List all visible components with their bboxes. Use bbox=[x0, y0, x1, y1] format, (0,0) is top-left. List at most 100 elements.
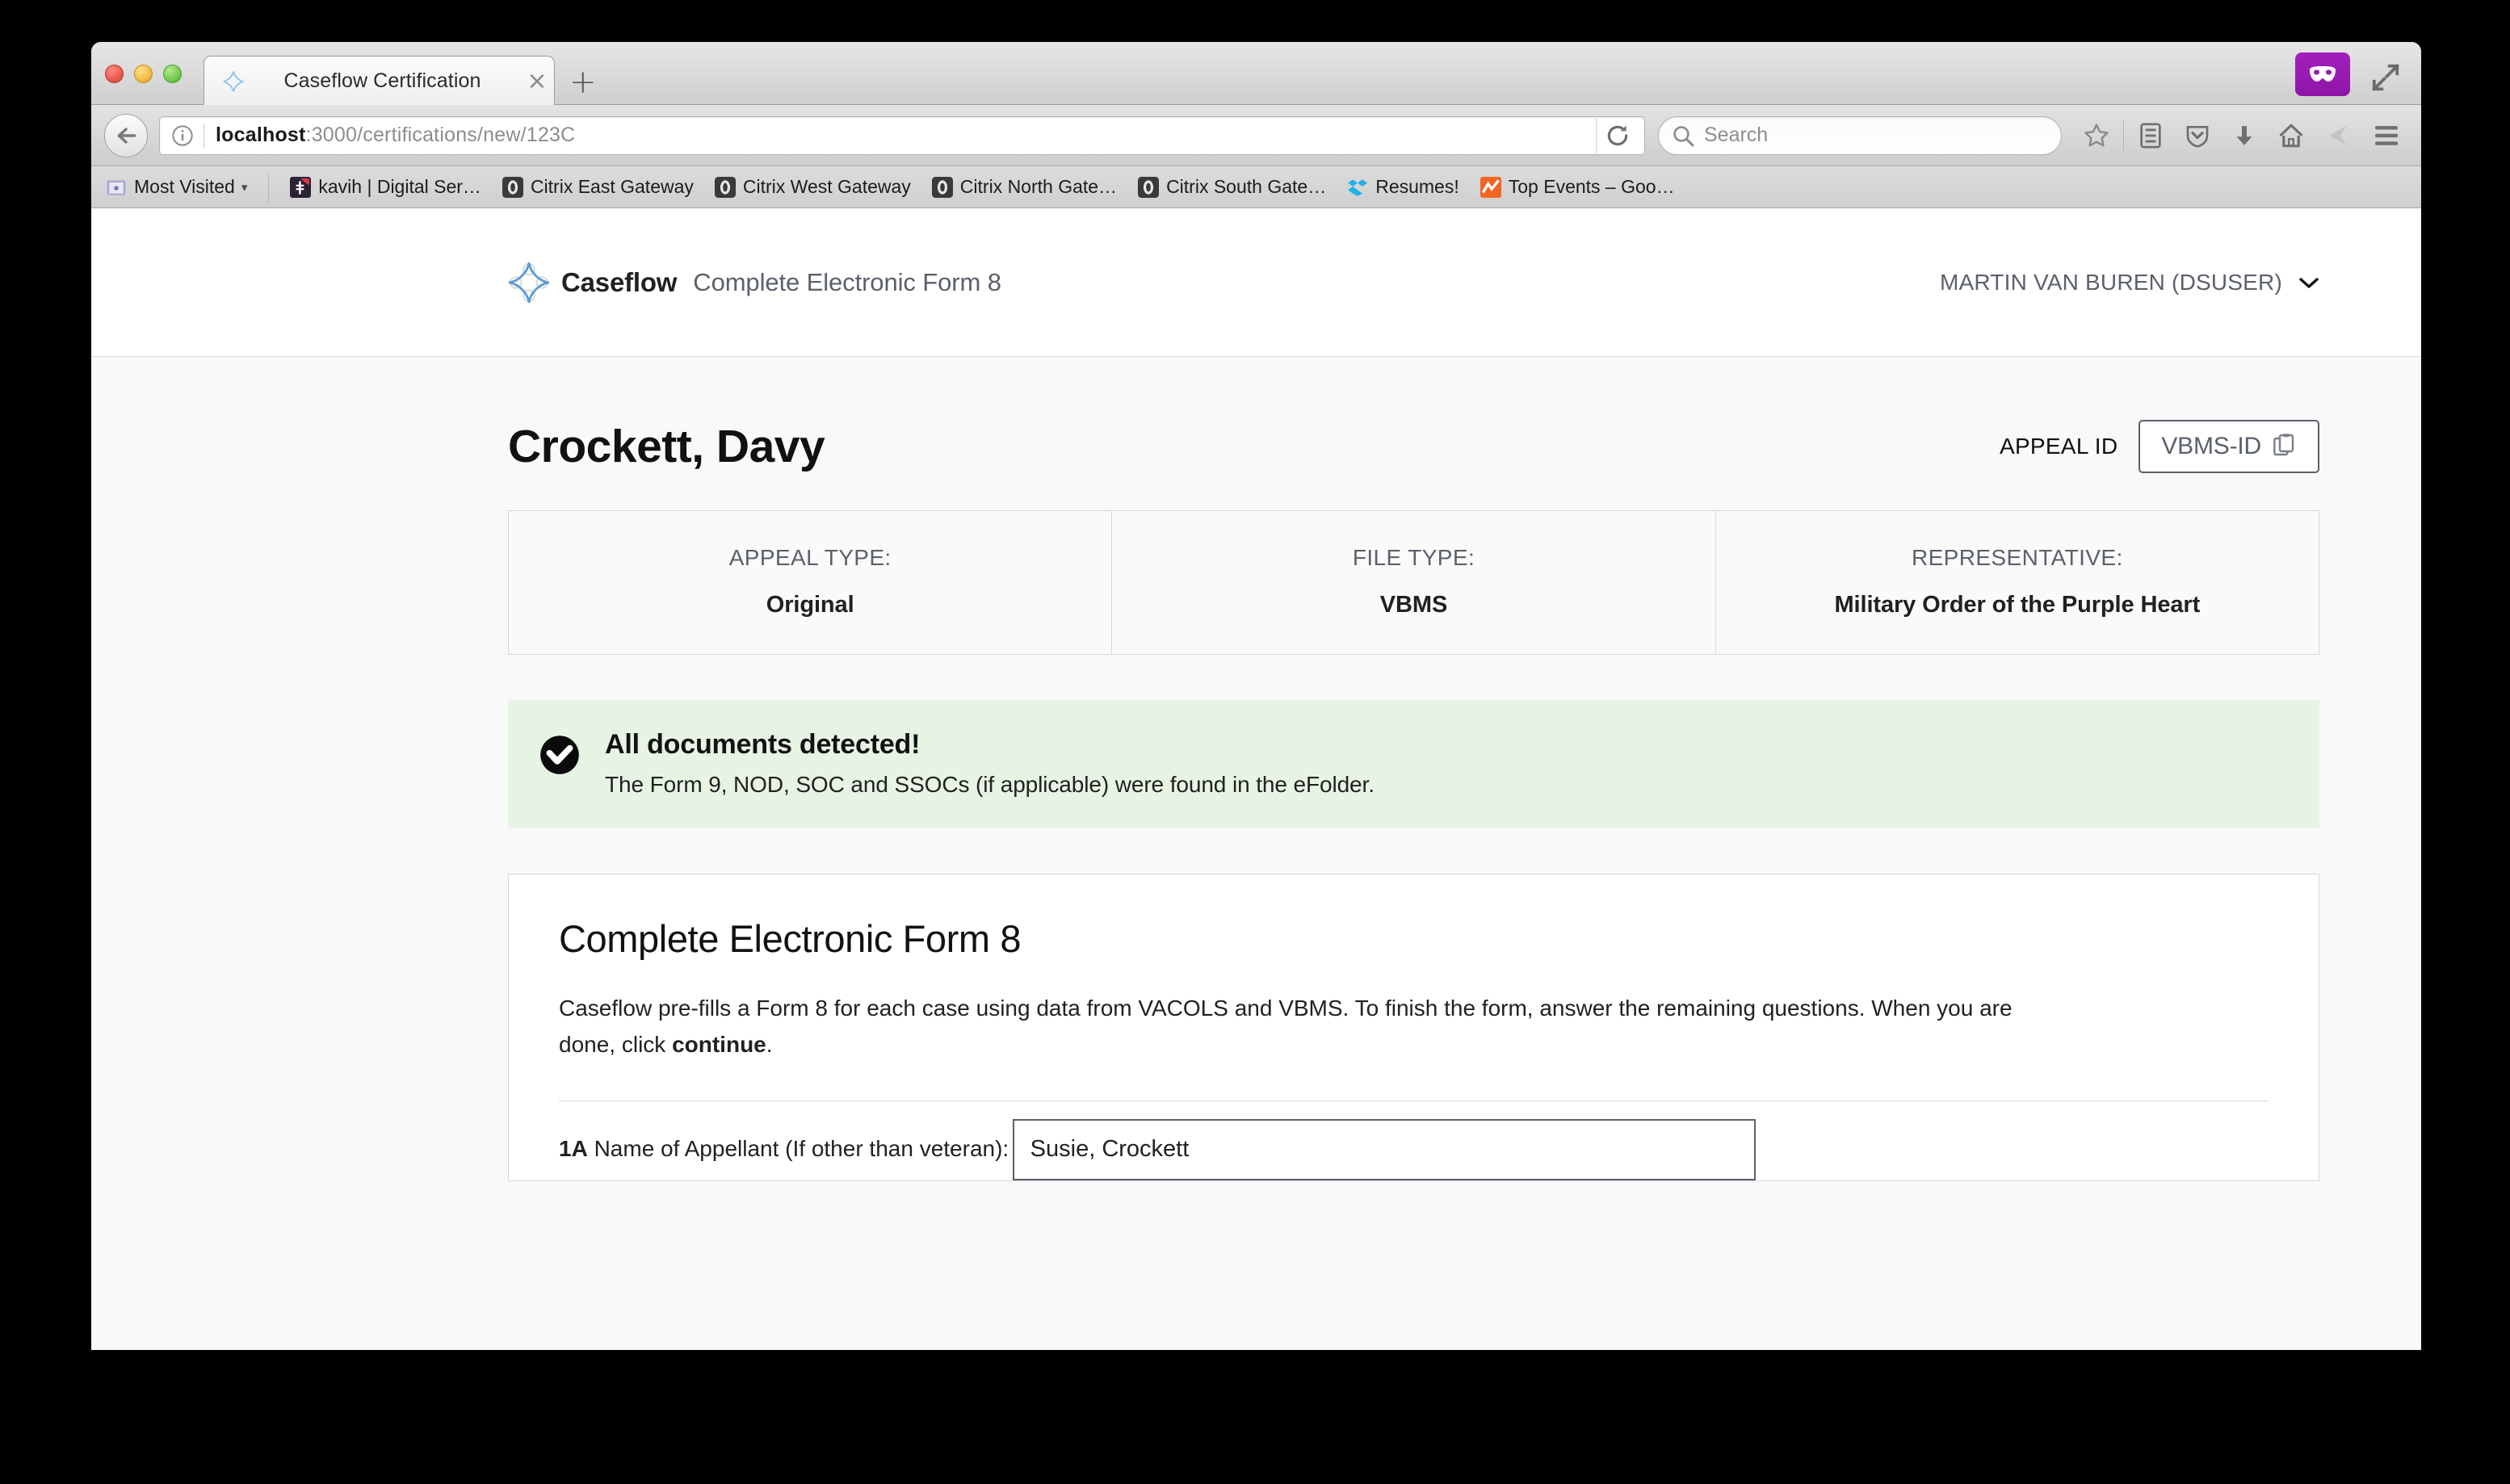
search-placeholder: Search bbox=[1704, 124, 1769, 146]
new-tab-button[interactable]: + bbox=[569, 66, 597, 99]
brand[interactable]: Caseflow Complete Electronic Form 8 bbox=[508, 262, 1001, 304]
chevron-down-icon bbox=[2299, 277, 2319, 288]
restore-window-button[interactable] bbox=[2363, 60, 2408, 95]
brand-name: Caseflow bbox=[561, 266, 678, 297]
bookmark-most-visited[interactable]: Most Visited ▾ bbox=[106, 176, 247, 198]
back-arrow-icon bbox=[117, 127, 136, 144]
send-icon bbox=[2329, 125, 2347, 145]
form-intro-part1: Caseflow pre-fills a Form 8 for each cas… bbox=[559, 996, 2013, 1058]
pocket-button[interactable] bbox=[2174, 115, 2221, 156]
reader-list-icon bbox=[2140, 122, 2161, 149]
bookmark-label: Citrix North Gate… bbox=[959, 176, 1118, 197]
bookmark-label: Citrix East Gateway bbox=[530, 176, 694, 197]
form-card: Complete Electronic Form 8 Caseflow pre-… bbox=[508, 874, 2319, 1181]
user-menu[interactable]: MARTIN VAN BUREN (DSUSER) bbox=[1940, 270, 2319, 296]
analytics-icon bbox=[1480, 176, 1501, 198]
vbms-id-copy-button[interactable]: VBMS-ID bbox=[2139, 420, 2319, 473]
app-header: Caseflow Complete Electronic Form 8 MART… bbox=[91, 208, 2421, 357]
page-viewport: Caseflow Complete Electronic Form 8 MART… bbox=[91, 208, 2421, 1350]
minimize-window-button[interactable] bbox=[134, 65, 153, 83]
url-path: :3000/certifications/new/123C bbox=[305, 124, 576, 146]
chevron-down-icon: ▾ bbox=[241, 180, 248, 195]
bookmark-citrix-east[interactable]: Citrix East Gateway bbox=[502, 176, 694, 198]
fullscreen-arrows-icon bbox=[2372, 64, 2399, 91]
browser-window: Caseflow Certification × + localhost:300… bbox=[91, 42, 2421, 1350]
bookmark-top-events[interactable]: Top Events – Goo… bbox=[1480, 176, 1675, 198]
downloads-button[interactable] bbox=[2221, 115, 2268, 156]
url-text: localhost:3000/certifications/new/123C bbox=[216, 124, 575, 147]
tab-caseflow-certification[interactable]: Caseflow Certification × bbox=[204, 56, 555, 106]
citrix-icon bbox=[714, 176, 736, 198]
url-host: localhost bbox=[216, 124, 306, 146]
send-button[interactable] bbox=[2315, 115, 2361, 156]
info-icon[interactable] bbox=[171, 124, 194, 147]
tab-strip: Caseflow Certification × + bbox=[91, 42, 2421, 106]
bookmark-label: Resumes! bbox=[1375, 176, 1459, 197]
bookmarks-bar: Most Visited ▾ kavih | Digital Ser… Citr… bbox=[91, 166, 2421, 208]
toolbar-divider bbox=[2123, 119, 2124, 151]
citrix-icon bbox=[1138, 176, 1160, 198]
search-bar[interactable]: Search bbox=[1658, 115, 2062, 155]
mask-icon bbox=[2310, 66, 2336, 82]
bookmarks-separator bbox=[268, 173, 270, 201]
citrix-icon bbox=[931, 176, 953, 198]
info-label: REPRESENTATIVE: bbox=[1911, 545, 2123, 570]
bookmark-kavih[interactable]: kavih | Digital Ser… bbox=[290, 176, 481, 198]
form-intro-bold: continue bbox=[672, 1032, 766, 1058]
reader-list-button[interactable] bbox=[2127, 115, 2174, 156]
field-1a-text: Name of Appellant (If other than veteran… bbox=[587, 1136, 1009, 1162]
copy-icon bbox=[2273, 434, 2294, 456]
appellant-name-input[interactable] bbox=[1012, 1118, 1756, 1180]
page-content: Crockett, Davy APPEAL ID VBMS-ID APPEAL … bbox=[91, 357, 2421, 1181]
caseflow-logo-icon bbox=[508, 262, 550, 303]
window-controls bbox=[105, 65, 182, 83]
private-browsing-badge[interactable] bbox=[2295, 52, 2350, 96]
user-name: MARTIN VAN BUREN (DSUSER) bbox=[1939, 269, 2282, 295]
info-cell-representative: REPRESENTATIVE: Military Order of the Pu… bbox=[1716, 511, 2319, 654]
address-bar[interactable]: localhost:3000/certifications/new/123C bbox=[159, 115, 1645, 155]
info-value: Military Order of the Purple Heart bbox=[1834, 592, 2201, 618]
bookmark-resumes[interactable]: Resumes! bbox=[1347, 176, 1459, 198]
hamburger-menu-button[interactable] bbox=[2361, 115, 2411, 156]
home-button[interactable] bbox=[2268, 115, 2315, 156]
appeal-id-group: APPEAL ID VBMS-ID bbox=[2000, 420, 2319, 473]
alert-title: All documents detected! bbox=[605, 729, 921, 760]
field-1a-label: 1A Name of Appellant (If other than vete… bbox=[559, 1136, 1009, 1161]
info-cell-file-type: FILE TYPE: VBMS bbox=[1112, 511, 1716, 654]
brand-subtitle: Complete Electronic Form 8 bbox=[693, 267, 1001, 296]
pocket-shield-icon bbox=[2186, 125, 2209, 148]
dropbox-icon bbox=[1348, 178, 1368, 196]
close-window-button[interactable] bbox=[105, 65, 124, 83]
back-button[interactable] bbox=[104, 113, 148, 157]
divider bbox=[559, 1100, 2269, 1101]
info-cell-appeal-type: APPEAL TYPE: Original bbox=[509, 511, 1113, 654]
alert-body: All documents detected! The Form 9, NOD,… bbox=[605, 729, 1375, 798]
case-header: Crockett, Davy APPEAL ID VBMS-ID bbox=[508, 357, 2421, 473]
success-alert: All documents detected! The Form 9, NOD,… bbox=[508, 700, 2319, 828]
caseflow-star-icon bbox=[223, 70, 244, 92]
bookmark-citrix-north[interactable]: Citrix North Gate… bbox=[931, 176, 1118, 198]
bookmark-label: Citrix South Gate… bbox=[1166, 176, 1327, 197]
close-icon[interactable]: × bbox=[520, 69, 554, 94]
case-info-table: APPEAL TYPE: Original FILE TYPE: VBMS RE… bbox=[508, 510, 2319, 655]
home-icon bbox=[2279, 124, 2303, 147]
bookmark-star-button[interactable] bbox=[2073, 115, 2120, 156]
star-icon bbox=[2084, 123, 2109, 146]
info-label: FILE TYPE: bbox=[1352, 545, 1475, 570]
menu-icon bbox=[2375, 125, 2398, 145]
folder-icon bbox=[107, 179, 126, 195]
bookmark-citrix-south[interactable]: Citrix South Gate… bbox=[1138, 176, 1326, 198]
reload-button[interactable] bbox=[1596, 117, 1638, 153]
tab-title: Caseflow Certification bbox=[283, 69, 481, 92]
bookmark-citrix-west[interactable]: Citrix West Gateway bbox=[714, 176, 911, 198]
field-1a-number: 1A bbox=[559, 1136, 588, 1162]
page-title: Crockett, Davy bbox=[508, 421, 825, 472]
zoom-window-button[interactable] bbox=[163, 65, 182, 83]
info-value: VBMS bbox=[1379, 592, 1448, 618]
bookmark-label: kavih | Digital Ser… bbox=[318, 176, 481, 197]
reload-icon bbox=[1607, 124, 1627, 145]
appeal-id-label: APPEAL ID bbox=[1999, 434, 2118, 459]
browser-toolbar: localhost:3000/certifications/new/123C S… bbox=[91, 105, 2421, 166]
citrix-icon bbox=[502, 176, 523, 198]
search-icon bbox=[1673, 125, 1694, 147]
